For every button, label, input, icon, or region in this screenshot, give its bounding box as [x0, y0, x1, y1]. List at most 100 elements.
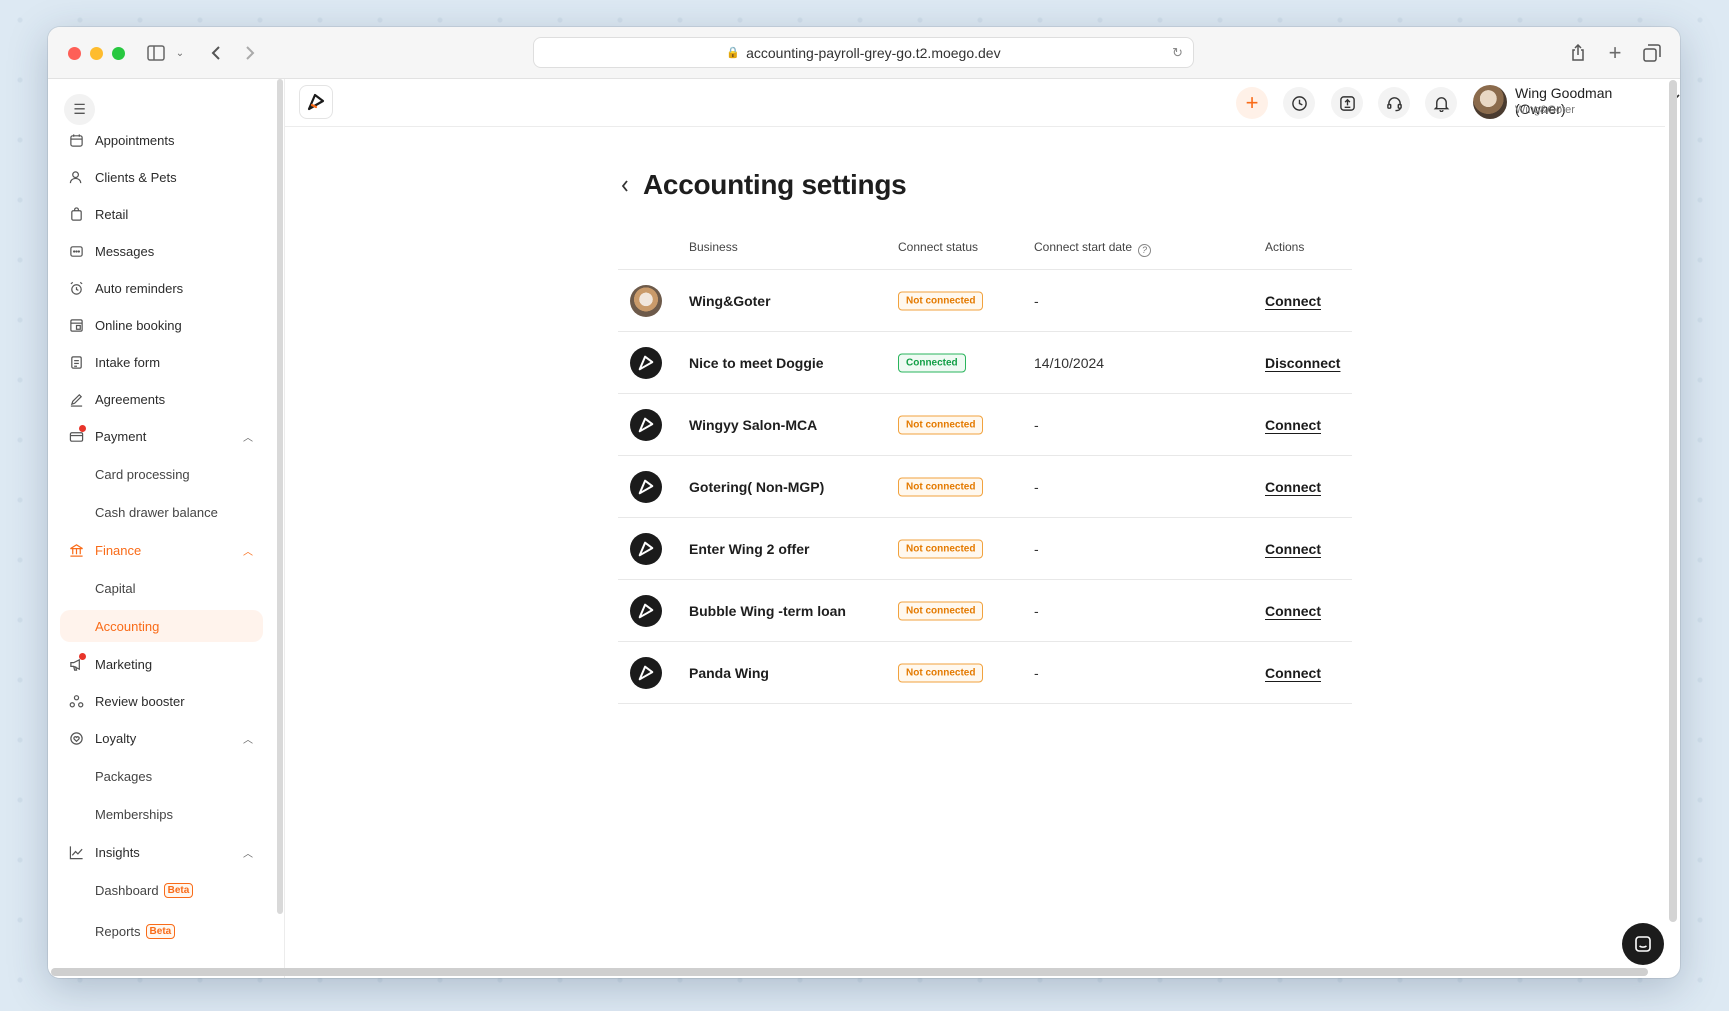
support-button[interactable] [1378, 87, 1410, 119]
alarm-icon [67, 279, 85, 297]
avatar[interactable] [1473, 85, 1507, 119]
sidebar-item-online-booking[interactable]: Online booking [60, 309, 263, 341]
page-horizontal-scrollbar[interactable] [51, 968, 1648, 976]
hamburger-menu-icon[interactable]: ☰ [64, 94, 95, 125]
business-name: Bubble Wing -term loan [689, 602, 846, 619]
sidebar-item-label: Packages [95, 768, 153, 784]
sidebar-item-payment[interactable]: Payment ︿ [60, 420, 263, 452]
sidebar-item-label: Review booster [95, 693, 185, 709]
sidebar-item-loyalty[interactable]: Loyalty ︿ [60, 722, 263, 754]
logo-icon [638, 355, 654, 370]
business-name: Gotering( Non-MGP) [689, 478, 825, 495]
connect-button[interactable]: Connect [1265, 293, 1321, 309]
sidebar-item-marketing[interactable]: Marketing [60, 648, 263, 680]
logo-icon [638, 665, 654, 680]
connect-button[interactable]: Connect [1265, 479, 1321, 495]
business-name: Panda Wing [689, 664, 769, 681]
sidebar-item-capital[interactable]: Capital [60, 572, 263, 604]
sidebar-item-label: Auto reminders [95, 280, 184, 296]
quick-add-button[interactable]: + [1236, 87, 1268, 119]
sidebar-item-accounting[interactable]: Accounting [60, 610, 263, 642]
sidebar-item-messages[interactable]: Messages [60, 235, 263, 267]
main-content: Accounting settings Business Connect sta… [285, 127, 1665, 964]
close-window-button[interactable] [68, 47, 81, 60]
share-icon[interactable] [1566, 41, 1590, 65]
forward-arrow-icon[interactable] [238, 41, 262, 65]
business-avatar [630, 346, 662, 379]
sidebar-item-packages[interactable]: Packages [60, 760, 263, 792]
chevron-up-icon[interactable]: ︿ [243, 845, 253, 860]
sidebar-item-card-processing[interactable]: Card processing [60, 458, 263, 490]
table-row: Gotering( Non-MGP) Not connected - Conne… [618, 456, 1352, 518]
sidebar-scrollbar[interactable] [277, 79, 283, 914]
sidebar-item-label: Memberships [95, 806, 174, 822]
sidebar-item-agreements[interactable]: Agreements [60, 383, 263, 415]
sidebar-item-label: Appointments [95, 132, 175, 148]
chevron-up-icon[interactable]: ︿ [243, 731, 253, 746]
sidebar-item-label: Clients & Pets [95, 169, 177, 185]
back-arrow-icon[interactable] [204, 41, 228, 65]
upload-button[interactable] [1331, 87, 1363, 119]
business-avatar [630, 594, 662, 627]
status-badge: Not connected [898, 477, 984, 496]
chevron-down-icon[interactable]: ⌄ [168, 41, 192, 65]
browser-window: ⌄ 🔒 accounting-payroll-grey-go.t2.moego.… [48, 27, 1680, 978]
sidebar-item-memberships[interactable]: Memberships [60, 798, 263, 830]
maximize-window-button[interactable] [112, 47, 125, 60]
sidebar-item-retail[interactable]: Retail [60, 198, 263, 230]
column-header-actions: Actions [1265, 240, 1305, 254]
sidebar-item-cash-drawer-balance[interactable]: Cash drawer balance [60, 496, 263, 528]
app-header: + Wing Goodman (Owner) Wing&Goter [285, 79, 1680, 127]
status-badge: Not connected [898, 539, 984, 558]
back-button[interactable] [620, 179, 630, 198]
business-avatar [630, 532, 662, 565]
user-business: Wing&Goter [1515, 104, 1575, 116]
connect-start-date: - [1034, 292, 1039, 309]
column-header-start-date: Connect start date? [1034, 240, 1152, 257]
notifications-button[interactable] [1425, 87, 1457, 119]
business-name: Wing&Goter [689, 292, 771, 309]
chat-launcher-button[interactable] [1622, 923, 1664, 965]
chevron-left-icon [621, 180, 628, 192]
sidebar-item-appointments[interactable]: Appointments [60, 124, 263, 156]
connect-button[interactable]: Connect [1265, 541, 1321, 557]
bank-icon [67, 541, 85, 559]
page-vertical-scrollbar[interactable] [1669, 80, 1677, 922]
connect-button[interactable]: Connect [1265, 665, 1321, 681]
sidebar-item-reports[interactable]: Reports Beta [60, 915, 263, 947]
sidebar-item-label: Intake form [95, 354, 161, 370]
business-avatar [630, 408, 662, 441]
business-name: Wingyy Salon-MCA [689, 416, 818, 433]
tab-overview-icon[interactable] [1640, 41, 1664, 65]
sidebar-item-clients-pets[interactable]: Clients & Pets [60, 161, 263, 193]
minimize-window-button[interactable] [90, 47, 103, 60]
status-badge: Not connected [898, 415, 984, 434]
help-icon[interactable]: ? [1138, 243, 1152, 257]
upload-icon [1339, 95, 1355, 111]
url-text: accounting-payroll-grey-go.t2.moego.dev [746, 44, 1001, 61]
sidebar-toggle-icon[interactable] [144, 41, 168, 65]
sidebar-item-intake-form[interactable]: Intake form [60, 346, 263, 378]
connect-button[interactable]: Connect [1265, 417, 1321, 433]
sidebar-item-label: Dashboard [95, 882, 159, 898]
disconnect-button[interactable]: Disconnect [1265, 355, 1340, 371]
chat-icon [1635, 936, 1651, 952]
sidebar: ☰ Appointments Clients & Pets Retail Mes… [48, 79, 285, 978]
table-row: Bubble Wing -term loan Not connected - C… [618, 580, 1352, 642]
app-logo[interactable] [299, 85, 333, 119]
sidebar-item-finance[interactable]: Finance ︿ [60, 534, 263, 566]
sidebar-item-dashboard[interactable]: Dashboard Beta [60, 874, 263, 906]
chevron-up-icon[interactable]: ︿ [243, 543, 253, 558]
review-icon [67, 692, 85, 710]
reload-icon[interactable]: ↻ [1172, 45, 1183, 61]
address-bar[interactable]: 🔒 accounting-payroll-grey-go.t2.moego.de… [533, 37, 1194, 68]
new-tab-icon[interactable]: + [1603, 40, 1627, 65]
table-header: Business Connect status Connect start da… [618, 222, 1352, 270]
sidebar-item-review-booster[interactable]: Review booster [60, 685, 263, 717]
chevron-up-icon[interactable]: ︿ [243, 429, 253, 444]
sidebar-item-insights[interactable]: Insights ︿ [60, 836, 263, 868]
sidebar-item-auto-reminders[interactable]: Auto reminders [60, 272, 263, 304]
sidebar-item-label: Loyalty [95, 730, 137, 746]
history-button[interactable] [1283, 87, 1315, 119]
connect-button[interactable]: Connect [1265, 603, 1321, 619]
